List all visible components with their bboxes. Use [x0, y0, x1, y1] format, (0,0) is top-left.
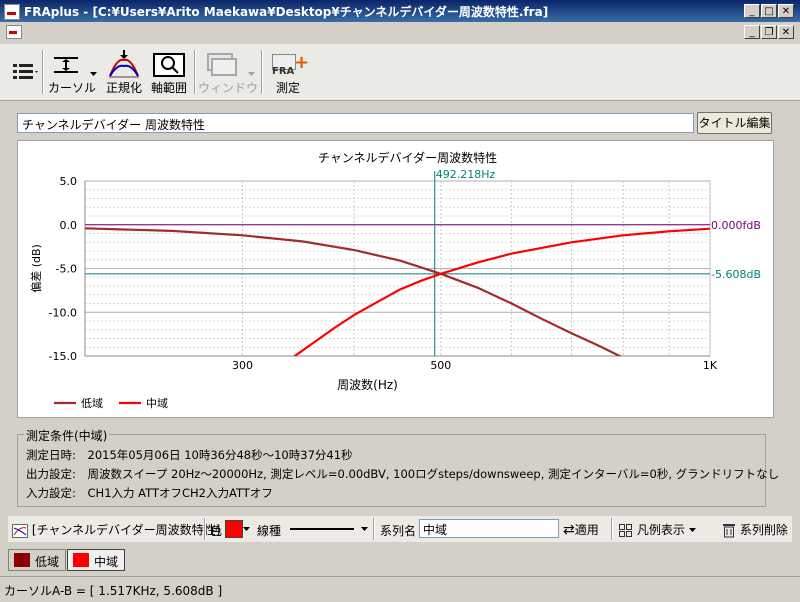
- condition-output-row: 出力設定: 周波数スイープ 20Hz～20000Hz, 測定レベル=0.00dB…: [26, 466, 779, 482]
- color-label: 色: [210, 524, 223, 538]
- cursor-dropdown-icon[interactable]: [90, 72, 98, 78]
- apply-label: 適用: [574, 523, 599, 537]
- magnifier-chart-icon: [153, 53, 185, 77]
- cursor-frequency-label: 492.218Hz: [436, 168, 496, 181]
- status-bar: カーソルA-B = [ 1.517KHz, 5.608dB ]: [0, 576, 800, 602]
- series-name-input[interactable]: 中域: [419, 519, 559, 538]
- cursor-button[interactable]: カーソル: [46, 50, 98, 96]
- chart-selector[interactable]: [チャンネルデバイダー周波数特性]: [12, 521, 220, 539]
- y-tick-label: -15.0: [49, 350, 77, 363]
- toolbar-separator: [42, 50, 44, 94]
- chart-title: チャンネルデバイダー周波数特性: [318, 150, 497, 165]
- y-tick-label: 0.0: [60, 219, 78, 232]
- series-tab-mid[interactable]: 中域: [67, 549, 125, 571]
- series-name-label: 系列名: [380, 524, 417, 538]
- cursor-label: カーソル: [47, 81, 96, 95]
- window-title: FRAplus - [C:¥Users¥Arito Maekawa¥Deskto…: [24, 5, 549, 19]
- child-restore-button[interactable]: ❐: [761, 25, 777, 39]
- cursor-value-label: -5.608dB: [711, 268, 761, 281]
- document-icon[interactable]: [6, 25, 22, 39]
- app-icon: [4, 4, 20, 20]
- title-bar: FRAplus - [C:¥Users¥Arito Maekawa¥Deskto…: [0, 0, 800, 22]
- linetype-dropdown-icon[interactable]: [361, 527, 369, 533]
- cursor-value-label: 0.000fdB: [711, 219, 761, 232]
- trash-icon: [723, 524, 735, 538]
- y-tick-label: -5.0: [56, 263, 77, 276]
- frequency-response-chart[interactable]: 5.0 0.0 -5.0 -10.0 -15.0 300 500 1K チャンネルデバイダー周波…: [18, 141, 773, 417]
- condition-date-row: 測定日時: 2015年05月06日 10時36分48秒～10時37分41秒: [26, 447, 353, 463]
- chart-name-label: [チャンネルデバイダー周波数特性]: [31, 523, 221, 537]
- apply-button[interactable]: ⇄適用: [563, 521, 599, 538]
- condition-date-value: 2015年05月06日 10時36分48秒～10時37分41秒: [87, 448, 353, 462]
- x-tick-label: 500: [430, 359, 451, 372]
- normalize-label: 正規化: [105, 81, 142, 95]
- delete-series-label: 系列削除: [739, 523, 788, 537]
- measure-button[interactable]: FRA + 測定: [266, 50, 310, 96]
- measure-label: 測定: [275, 81, 300, 95]
- color-dropdown-icon[interactable]: [243, 527, 251, 533]
- fra-measure-icon: FRA +: [272, 52, 310, 77]
- condition-output-label: 出力設定:: [26, 467, 76, 481]
- window-button[interactable]: ウィンドウ: [198, 50, 259, 96]
- normalize-button[interactable]: 正規化: [102, 50, 146, 96]
- toolbar-separator: [611, 518, 613, 540]
- child-close-button[interactable]: ✕: [778, 25, 794, 39]
- y-tick-label: -10.0: [49, 306, 77, 319]
- title-edit-button[interactable]: タイトル編集: [697, 112, 772, 134]
- linetype-label: 線種: [257, 524, 282, 538]
- chart-panel: 5.0 0.0 -5.0 -10.0 -15.0 300 500 1K チャンネルデバイダー周波…: [17, 140, 774, 418]
- legend-dropdown-icon: [688, 527, 696, 532]
- toolbar-separator: [204, 518, 206, 540]
- conditions-title: 測定条件(中域): [24, 427, 110, 444]
- maximize-button[interactable]: □: [761, 4, 777, 18]
- x-tick-label: 300: [232, 359, 253, 372]
- close-button[interactable]: ✕: [778, 4, 794, 18]
- series-color-swatch: [14, 553, 30, 567]
- chart-icon: [12, 523, 28, 538]
- axis-range-button[interactable]: 軸範囲: [148, 50, 190, 96]
- window-dropdown-icon[interactable]: [248, 72, 256, 78]
- y-tick-label: 5.0: [60, 175, 78, 188]
- series-tab-low[interactable]: 低域: [8, 549, 66, 571]
- status-text: カーソルA-B = [ 1.517KHz, 5.608dB ]: [4, 584, 223, 598]
- list-icon: [13, 64, 38, 79]
- normalize-icon: [109, 50, 139, 78]
- condition-input-value: CH1入力 ATTオフCH2入力ATTオフ: [87, 486, 273, 500]
- list-menu-button[interactable]: [8, 50, 40, 96]
- series-tab-label: 低域: [35, 555, 60, 569]
- condition-output-value: 周波数スイープ 20Hz～20000Hz, 測定レベル=0.00dBV, 100…: [87, 467, 780, 481]
- chart-title-input[interactable]: チャンネルデバイダー 周波数特性: [17, 113, 694, 133]
- minimize-button[interactable]: _: [744, 4, 760, 18]
- toolbar-separator: [261, 50, 263, 94]
- condition-input-label: 入力設定:: [26, 486, 76, 500]
- color-swatch[interactable]: [225, 520, 243, 538]
- y-axis-title: 偏差 (dB): [29, 244, 43, 293]
- legend-display-label: 凡例表示: [636, 523, 685, 537]
- legend-label: 低域: [81, 397, 103, 410]
- fra-icon-text: FRA: [272, 66, 295, 77]
- toolbar-separator: [194, 50, 196, 94]
- window-label: ウィンドウ: [198, 81, 259, 95]
- delete-series-button[interactable]: 系列削除: [722, 521, 788, 538]
- menu-bar: [0, 22, 800, 42]
- series-color-swatch: [73, 553, 89, 567]
- axis-range-label: 軸範囲: [150, 81, 187, 95]
- condition-input-row: 入力設定: CH1入力 ATTオフCH2入力ATTオフ: [26, 485, 273, 501]
- legend-display-button[interactable]: 凡例表示: [619, 521, 697, 538]
- legend-label: 中域: [146, 397, 168, 410]
- linetype-preview[interactable]: [290, 528, 354, 530]
- condition-date-label: 測定日時:: [26, 448, 76, 462]
- x-axis-title: 周波数(Hz): [337, 377, 398, 392]
- toolbar-separator: [373, 518, 375, 540]
- series-tab-label: 中域: [94, 555, 119, 569]
- cursor-icon: [54, 57, 78, 73]
- legend-grid-icon: [619, 523, 632, 537]
- x-tick-label: 1K: [703, 359, 718, 372]
- child-minimize-button[interactable]: _: [744, 25, 760, 39]
- swap-arrows-icon: ⇄: [563, 522, 575, 538]
- window-icon: [207, 53, 237, 76]
